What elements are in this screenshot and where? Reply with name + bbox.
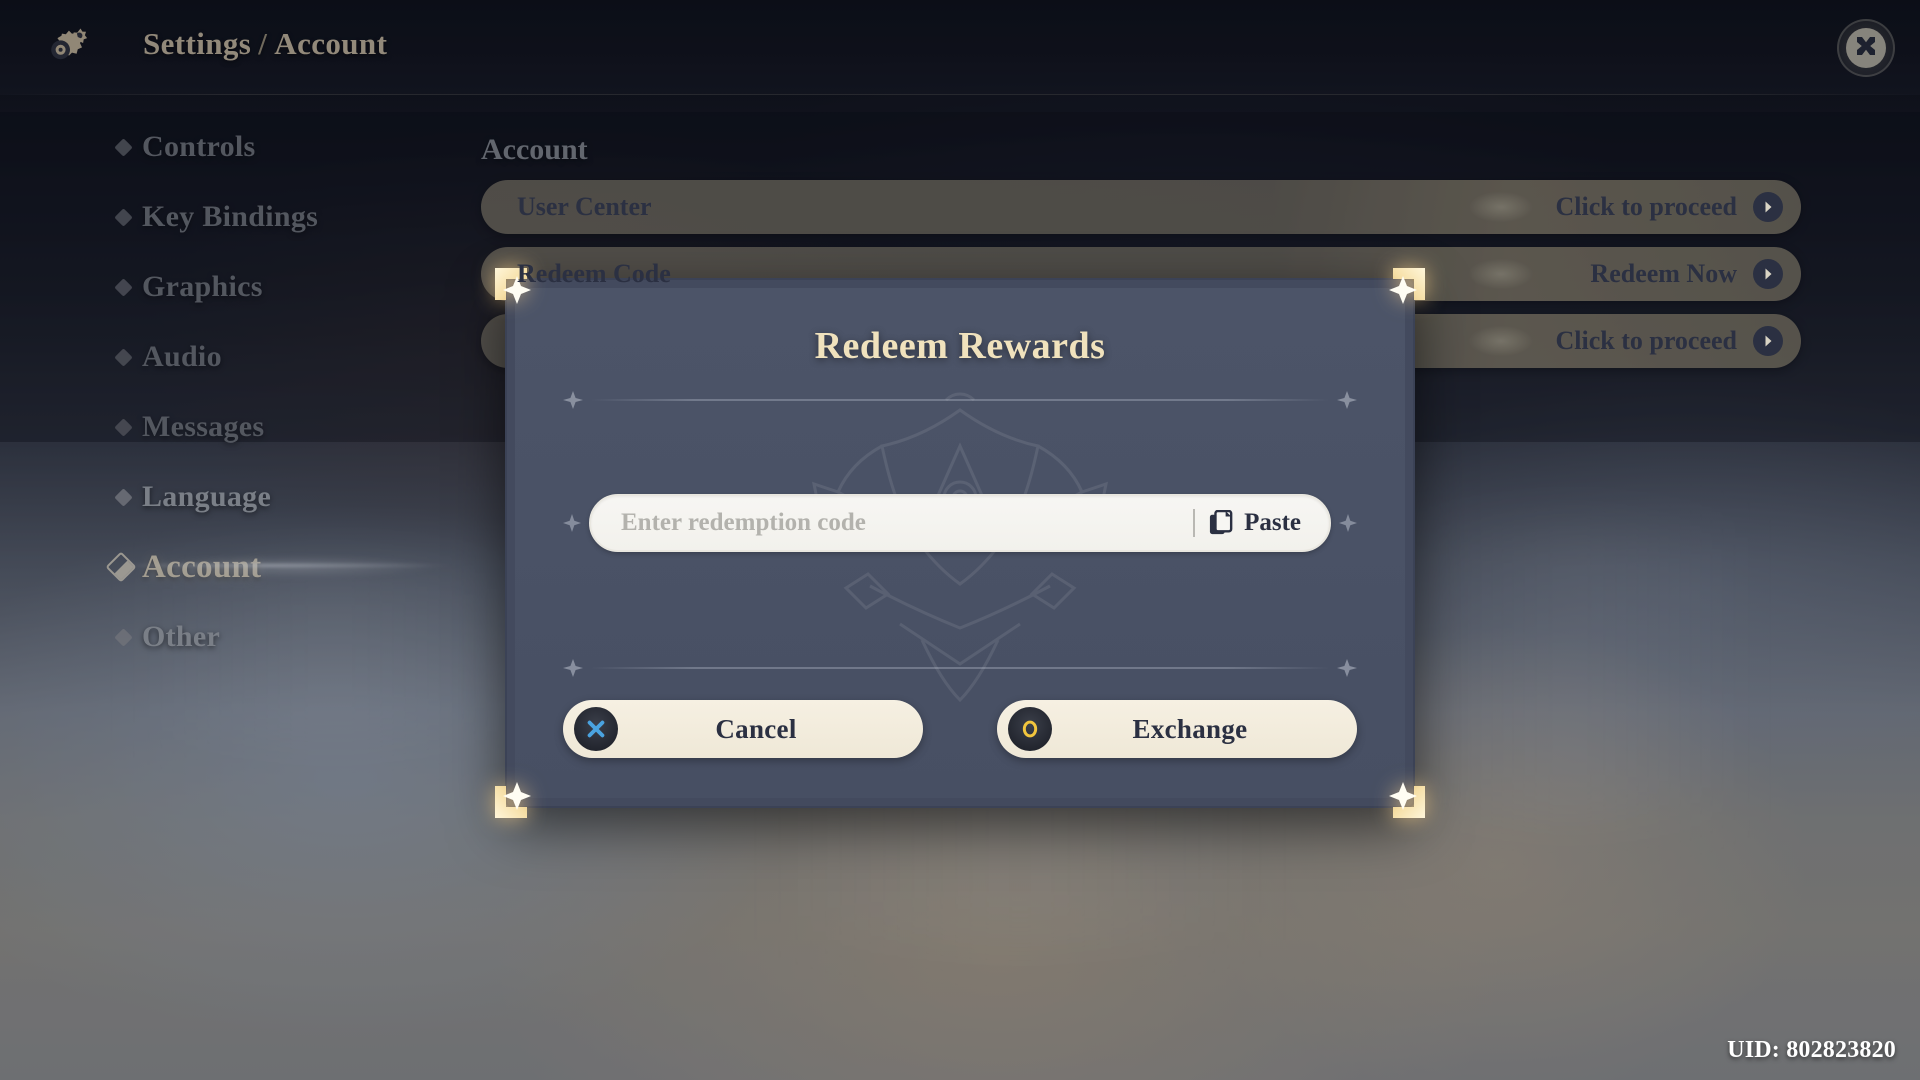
- row-action[interactable]: Click to proceed: [1555, 192, 1783, 222]
- row-action-label: Click to proceed: [1555, 326, 1738, 355]
- input-divider: [1193, 509, 1196, 537]
- redemption-code-field[interactable]: Paste: [589, 494, 1331, 552]
- paste-button[interactable]: Paste: [1209, 509, 1317, 537]
- exchange-button[interactable]: Exchange: [997, 700, 1357, 758]
- input-decor-star-icon: [563, 514, 581, 532]
- cross-button-icon: [574, 707, 618, 751]
- input-decor-star-icon: [1339, 514, 1357, 532]
- redeem-rewards-dialog: Redeem Rewards Enter redemption code Pas…: [495, 268, 1425, 818]
- row-action-label: Click to proceed: [1555, 192, 1738, 221]
- divider-line: [591, 667, 1329, 669]
- search-input[interactable]: [621, 496, 1188, 550]
- paste-label: Paste: [1244, 509, 1301, 536]
- dialog-divider-bottom: [563, 659, 1357, 677]
- dialog-actions: Cancel Exchange: [563, 700, 1357, 758]
- divider-star-icon: [1337, 391, 1357, 409]
- circle-button-icon: [1008, 707, 1052, 751]
- row-action[interactable]: Click to proceed: [1555, 326, 1783, 356]
- dialog-divider-top: [563, 391, 1357, 409]
- row-label: User Center: [517, 192, 652, 221]
- row-action[interactable]: Redeem Now: [1590, 259, 1783, 289]
- crest-watermark-icon: [812, 392, 1108, 703]
- redemption-input-row: Paste: [563, 493, 1357, 553]
- divider-star-icon: [563, 391, 583, 409]
- uid-label: UID: 802823820: [1727, 1037, 1896, 1063]
- chevron-right-icon: [1753, 192, 1783, 222]
- dialog-title: Redeem Rewards: [814, 325, 1106, 367]
- clipboard-icon: [1210, 510, 1233, 535]
- cancel-button[interactable]: Cancel: [563, 700, 923, 758]
- chevron-right-icon: [1753, 326, 1783, 356]
- chevron-right-icon: [1753, 259, 1783, 289]
- divider-line: [591, 399, 1329, 401]
- row-action-label: Redeem Now: [1590, 259, 1737, 288]
- divider-star-icon: [563, 659, 583, 677]
- dialog-panel: Redeem Rewards Enter redemption code Pas…: [515, 288, 1405, 798]
- divider-star-icon: [1337, 659, 1357, 677]
- row-label: Redeem Code: [517, 259, 671, 288]
